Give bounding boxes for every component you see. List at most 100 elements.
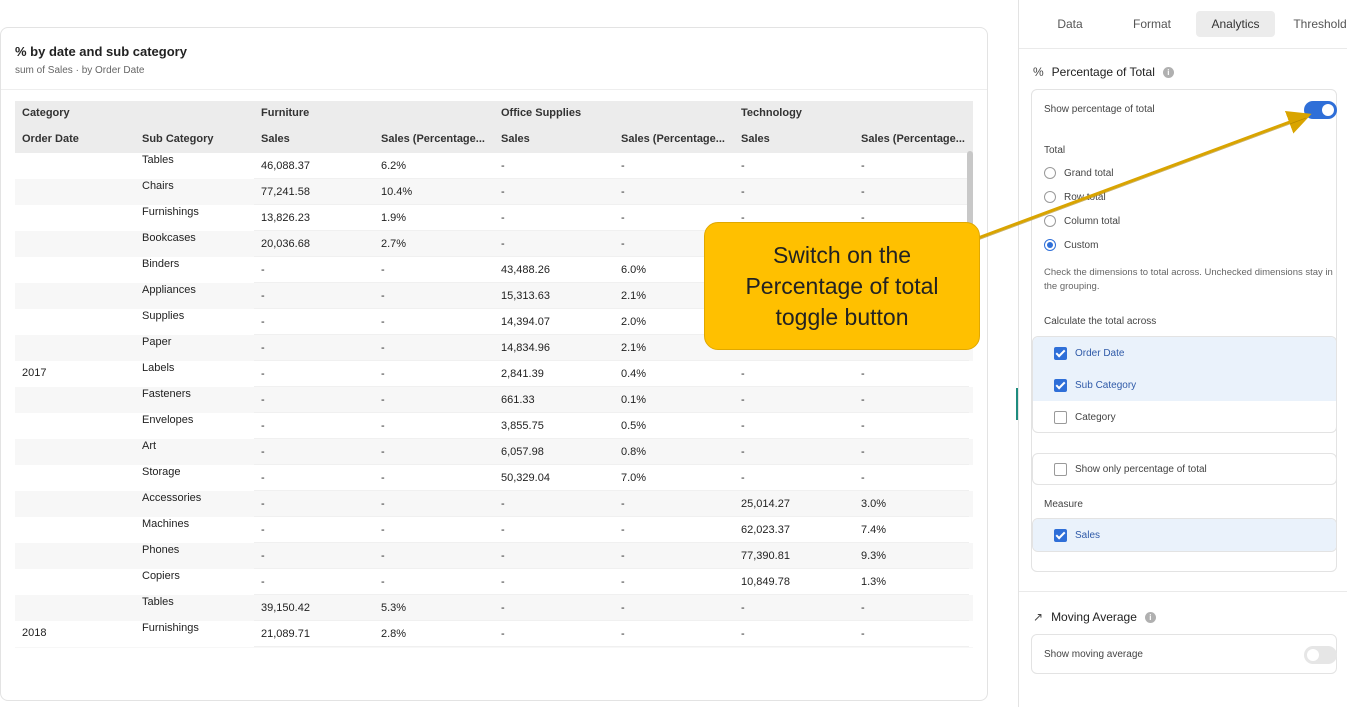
radio-grand-total[interactable]: Grand total	[1044, 167, 1113, 179]
table-cell[interactable]: 46,088.37	[254, 153, 374, 179]
table-row[interactable]: Tables 39,150.42 5.3% - - - -	[15, 595, 973, 621]
table-cell[interactable]: -	[374, 543, 494, 569]
table-row[interactable]: Art - -6,057.98 0.8% - -	[15, 439, 973, 465]
table-cell[interactable]: -	[254, 387, 374, 413]
table-cell[interactable]: 1.9%	[374, 205, 494, 231]
table-cell[interactable]: 62,023.37	[734, 517, 854, 543]
dim-category[interactable]: Category	[1033, 401, 1336, 432]
table-cell[interactable]: -	[374, 335, 494, 361]
table-row[interactable]: Fasteners - -661.33 0.1% - -	[15, 387, 973, 413]
radio-button[interactable]	[1044, 167, 1056, 179]
table-cell[interactable]: 10.4%	[374, 179, 494, 205]
table-cell[interactable]: 9.3%	[854, 543, 969, 569]
table-row[interactable]: Furnishings 21,089.71 2.8% - - - -	[15, 621, 973, 647]
header-cell[interactable]: Sales	[734, 127, 854, 153]
header-cell[interactable]: Office Supplies	[494, 101, 614, 127]
moving-average-toggle[interactable]	[1304, 646, 1337, 664]
table-cell[interactable]: -	[374, 413, 494, 439]
checkbox[interactable]	[1054, 462, 1067, 476]
table-cell[interactable]: -	[374, 491, 494, 517]
radio-button[interactable]	[1044, 239, 1056, 251]
ma-section-header[interactable]: ↗ Moving Average i	[1033, 610, 1156, 624]
table-cell[interactable]: 3.0%	[854, 491, 969, 517]
header-cell[interactable]: Sales	[494, 127, 614, 153]
table-cell[interactable]: 15,313.63	[494, 283, 614, 309]
table-cell[interactable]: 3,855.75	[494, 413, 614, 439]
table-cell[interactable]: -	[854, 621, 969, 647]
table-cell[interactable]: 2.7%	[374, 231, 494, 257]
table-cell[interactable]	[734, 647, 854, 648]
table-cell[interactable]: -	[254, 335, 374, 361]
info-icon[interactable]: i	[1162, 66, 1174, 78]
table-cell[interactable]: 0.5%	[614, 413, 734, 439]
table-cell[interactable]: -	[734, 439, 854, 465]
table-cell[interactable]: -	[494, 517, 614, 543]
table-cell[interactable]: 77,241.58	[254, 179, 374, 205]
radio-column-total[interactable]: Column total	[1044, 215, 1120, 227]
table-cell[interactable]: -	[494, 595, 614, 621]
table-cell[interactable]: 6.2%	[374, 153, 494, 179]
table-cell[interactable]: -	[614, 543, 734, 569]
table-cell[interactable]: -	[854, 153, 969, 179]
table-cell[interactable]: -	[494, 231, 614, 257]
table-cell[interactable]: -	[374, 569, 494, 595]
table-cell[interactable]	[614, 647, 734, 648]
table-cell[interactable]: -	[254, 257, 374, 283]
table-row[interactable]: Labels - -2,841.39 0.4% - -	[15, 361, 973, 387]
table-cell[interactable]: 10,849.78	[734, 569, 854, 595]
table-cell[interactable]: 50,329.04	[494, 465, 614, 491]
table-cell[interactable]: -	[254, 569, 374, 595]
tab-data[interactable]: Data	[1041, 11, 1099, 37]
table-cell[interactable]: 14,394.07	[494, 309, 614, 335]
radio-custom[interactable]: Custom	[1044, 239, 1098, 251]
table-cell[interactable]	[494, 647, 614, 648]
table-cell[interactable]: -	[254, 283, 374, 309]
table-cell[interactable]: -	[734, 413, 854, 439]
table-cell[interactable]: -	[254, 361, 374, 387]
table-cell[interactable]: 0.1%	[614, 387, 734, 413]
table-cell[interactable]: -	[254, 543, 374, 569]
table-cell[interactable]: -	[254, 439, 374, 465]
table-cell[interactable]: -	[254, 465, 374, 491]
table-cell[interactable]: 0.4%	[614, 361, 734, 387]
table-cell[interactable]: -	[494, 153, 614, 179]
table-cell[interactable]	[854, 647, 969, 648]
table-cell[interactable]: -	[374, 387, 494, 413]
show-only-pct-checkbox[interactable]: Show only percentage of total	[1033, 454, 1336, 484]
table-cell[interactable]: -	[374, 309, 494, 335]
table-cell[interactable]: 2,841.39	[494, 361, 614, 387]
table-row[interactable]: Copiers - - - -10,849.78 1.3%	[15, 569, 973, 595]
table-row[interactable]: Machines - - - -62,023.37 7.4%	[15, 517, 973, 543]
header-cell[interactable]: Sales (Percentage...	[854, 127, 969, 153]
table-cell[interactable]: -	[734, 361, 854, 387]
checkbox[interactable]	[1054, 528, 1067, 542]
table-cell[interactable]: 25,014.27	[734, 491, 854, 517]
table-cell[interactable]: -	[614, 621, 734, 647]
tab-threshold[interactable]: Threshold	[1285, 11, 1347, 37]
tab-format[interactable]: Format	[1119, 11, 1185, 37]
pct-of-total-toggle[interactable]	[1304, 101, 1337, 119]
table-cell[interactable]: -	[254, 309, 374, 335]
checkbox[interactable]	[1054, 378, 1067, 392]
table-cell[interactable]: -	[854, 413, 969, 439]
table-cell[interactable]: 0.8%	[614, 439, 734, 465]
table-cell[interactable]: 6,057.98	[494, 439, 614, 465]
table-cell[interactable]: -	[854, 465, 969, 491]
table-row[interactable]: Tables 46,088.37 6.2% - - - -	[15, 153, 973, 179]
header-cell[interactable]: Sub Category	[135, 127, 254, 153]
pivot-table[interactable]: Category Furniture Office Supplies Techn…	[15, 101, 973, 648]
table-cell[interactable]: 5.3%	[374, 595, 494, 621]
table-cell[interactable]: -	[374, 465, 494, 491]
table-cell[interactable]: -	[734, 465, 854, 491]
pct-section-header[interactable]: % Percentage of Total i	[1033, 65, 1174, 79]
table-cell[interactable]: -	[494, 621, 614, 647]
header-cell[interactable]: Sales (Percentage...	[374, 127, 494, 153]
table-cell[interactable]	[254, 647, 374, 648]
table-cell[interactable]: -	[734, 621, 854, 647]
table-cell[interactable]: -	[614, 517, 734, 543]
table-cell[interactable]: -	[854, 595, 969, 621]
header-cell[interactable]: Furniture	[254, 101, 374, 127]
header-cell[interactable]: Technology	[734, 101, 854, 127]
table-cell[interactable]: -	[494, 205, 614, 231]
table-cell[interactable]: -	[854, 361, 969, 387]
